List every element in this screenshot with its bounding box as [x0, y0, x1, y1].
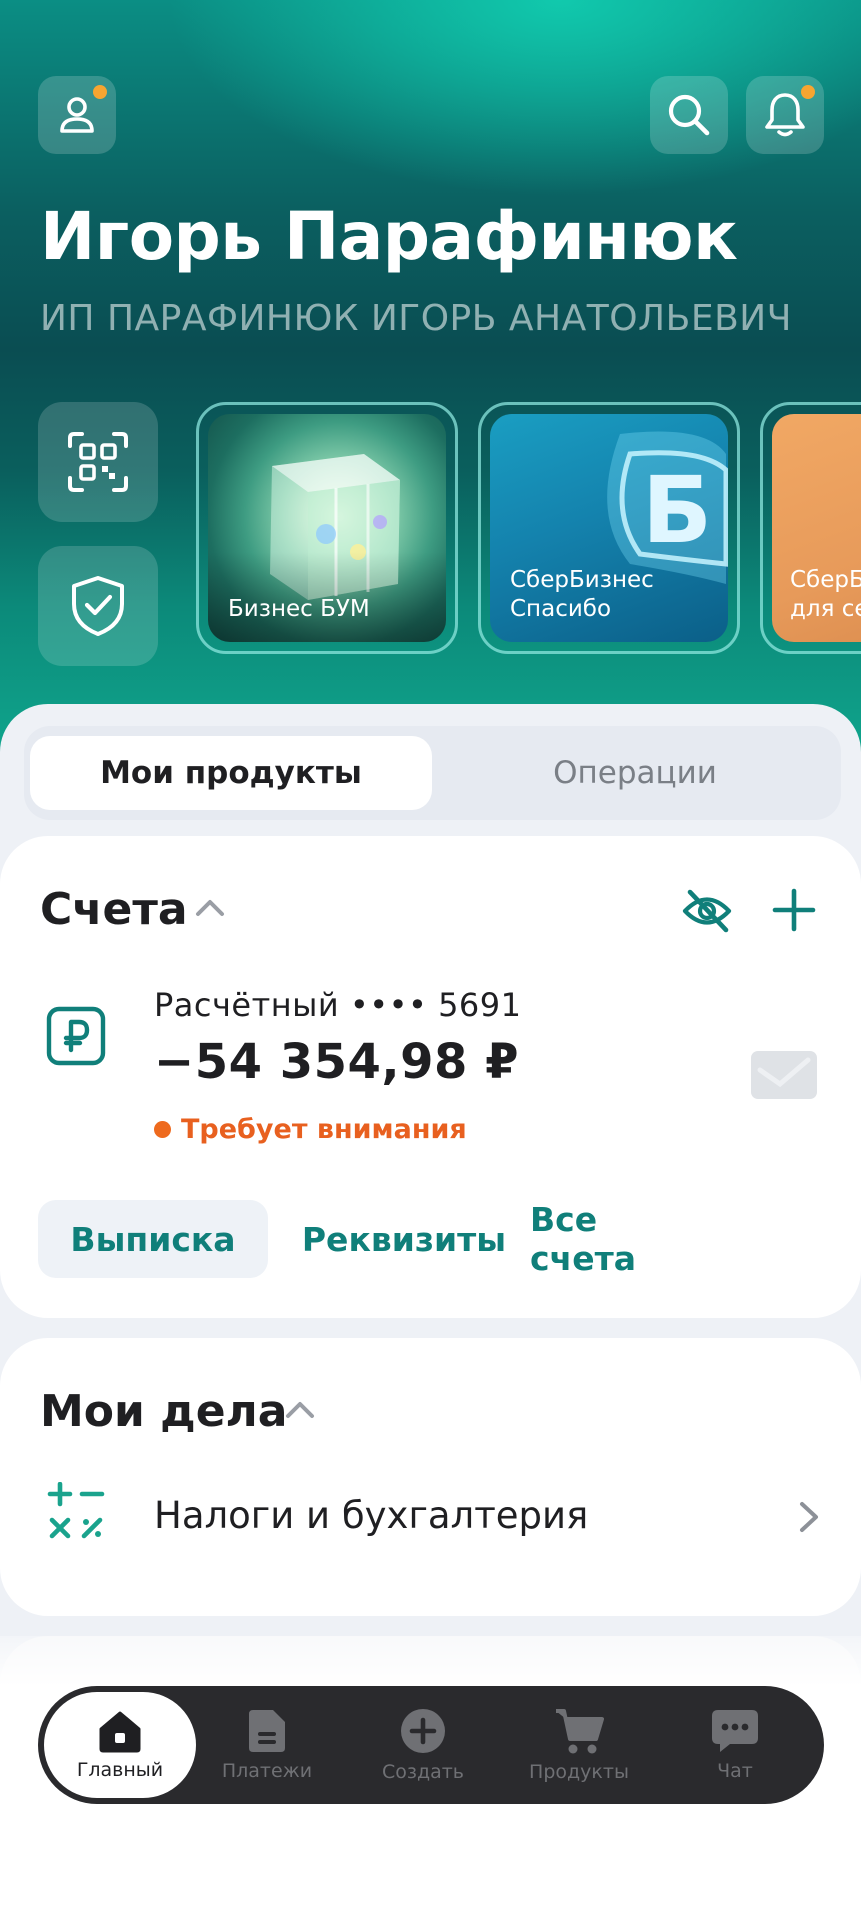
story-card-business-boom[interactable]: Бизнес БУМ	[196, 402, 458, 654]
account-status: Требует внимания	[154, 1114, 467, 1145]
nav-payments[interactable]: Платежи	[192, 1686, 342, 1804]
story-image: СберБ для се	[772, 414, 861, 642]
search-button[interactable]	[650, 76, 728, 154]
bank-card-icon[interactable]	[750, 1050, 818, 1100]
nav-create[interactable]: Создать	[348, 1686, 498, 1804]
story-image: Бизнес БУМ	[208, 414, 446, 642]
tasks-title: Мои дела	[40, 1386, 288, 1437]
nav-label: Продукты	[529, 1761, 629, 1783]
add-account-plus-icon[interactable]	[772, 888, 816, 932]
bottom-navigation: Главный Платежи Создать Продукты Чат	[38, 1686, 824, 1804]
notifications-badge-dot	[801, 85, 815, 99]
story-label: Бизнес БУМ	[228, 596, 370, 622]
nav-label: Создать	[381, 1761, 465, 1783]
story-label: СберБизнес Спасибо	[510, 567, 654, 622]
story-card-sberbusiness-spasibo[interactable]: Б СберБизнес Спасибо	[478, 402, 740, 654]
story-image: Б СберБизнес Спасибо	[490, 414, 728, 642]
qr-scan-icon	[68, 432, 128, 492]
chat-icon	[712, 1710, 758, 1752]
security-button[interactable]	[38, 546, 158, 666]
chevron-right-icon	[800, 1502, 818, 1532]
search-icon	[668, 94, 710, 136]
notifications-button[interactable]	[746, 76, 824, 154]
organization-name: ИП ПАРАФИНЮК ИГОРЬ АНАТОЛЬЕВИЧ	[40, 298, 792, 339]
accounts-card: Счета Расчётный •••• 5691 −54 354,98 ₽ Т…	[0, 836, 861, 1318]
profile-button[interactable]	[38, 76, 116, 154]
shield-check-icon	[72, 576, 124, 636]
ruble-account-icon	[46, 1006, 106, 1066]
warning-dot-icon	[154, 1121, 171, 1138]
task-label: Налоги и бухгалтерия	[154, 1494, 589, 1537]
statement-button[interactable]: Выписка	[38, 1200, 268, 1278]
svg-text:Б: Б	[642, 457, 712, 564]
app-root: Игорь Парафинюк ИП ПАРАФИНЮК ИГОРЬ АНАТО…	[0, 0, 861, 1920]
chevron-up-icon[interactable]	[284, 1398, 316, 1420]
nav-home[interactable]: Главный	[44, 1692, 196, 1798]
account-status-text: Требует внимания	[181, 1114, 467, 1145]
bell-icon	[765, 93, 805, 137]
profile-badge-dot	[93, 85, 107, 99]
hero-header: Игорь Парафинюк ИП ПАРАФИНЮК ИГОРЬ АНАТО…	[0, 0, 861, 760]
account-balance: −54 354,98 ₽	[154, 1034, 520, 1090]
products-tabs-container: Мои продукты Операции	[0, 704, 861, 854]
my-tasks-card: Мои дела Налоги и бухгалтерия	[0, 1338, 861, 1616]
home-icon	[99, 1711, 141, 1753]
segmented-tabs: Мои продукты Операции	[24, 726, 841, 820]
story-card-sberbusiness-third[interactable]: СберБ для се	[760, 402, 861, 654]
nav-label: Платежи	[221, 1760, 313, 1782]
requisites-button[interactable]: Реквизиты	[300, 1200, 508, 1278]
story-label: СберБ для се	[790, 567, 861, 622]
qr-scan-button[interactable]	[38, 402, 158, 522]
tab-operations[interactable]: Операции	[434, 736, 836, 810]
task-row-taxes[interactable]: Налоги и бухгалтерия	[0, 1458, 861, 1578]
nav-products[interactable]: Продукты	[504, 1686, 654, 1804]
user-icon	[60, 97, 94, 133]
calculator-signs-icon	[47, 1482, 105, 1539]
hide-balance-eye-icon[interactable]	[682, 888, 732, 934]
all-accounts-button[interactable]: Все счета	[530, 1200, 710, 1278]
chevron-up-icon[interactable]	[194, 896, 226, 918]
account-name[interactable]: Расчётный •••• 5691	[154, 986, 522, 1024]
document-icon	[249, 1710, 285, 1752]
user-name: Игорь Парафинюк	[40, 198, 738, 275]
tab-my-products[interactable]: Мои продукты	[30, 736, 432, 810]
nav-label: Главный	[76, 1759, 164, 1781]
cart-icon	[556, 1709, 604, 1754]
nav-chat[interactable]: Чат	[660, 1686, 810, 1804]
accounts-title: Счета	[40, 884, 188, 935]
plus-circle-icon	[401, 1709, 445, 1753]
nav-label: Чат	[717, 1760, 753, 1782]
